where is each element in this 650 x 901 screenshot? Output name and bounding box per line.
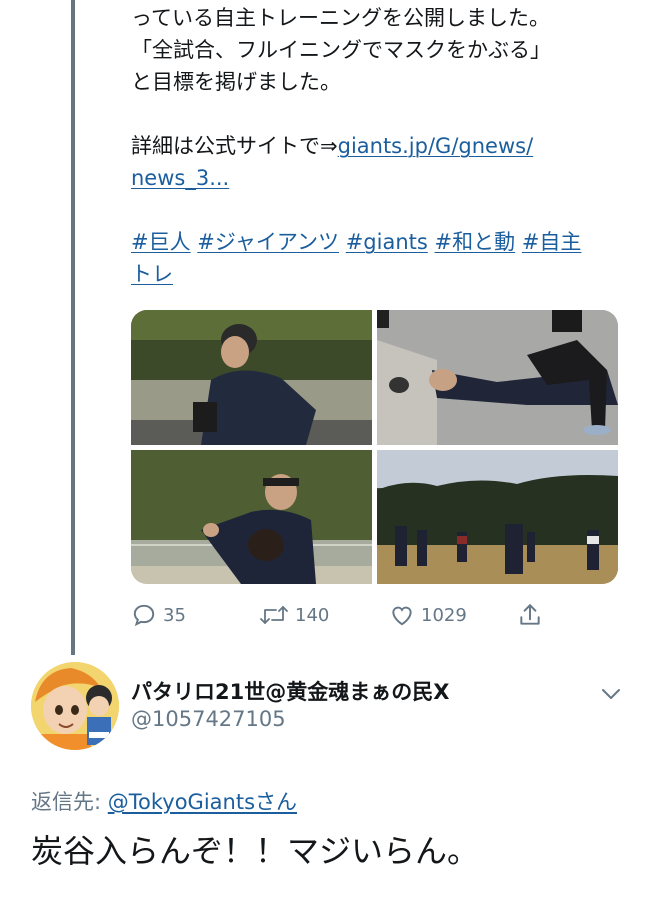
tweet-text-line: と目標を掲げました。 xyxy=(131,70,341,94)
reply-icon xyxy=(133,604,155,627)
reply-author-name[interactable]: パタリロ21世@黄金魂まぁの民X xyxy=(131,676,449,706)
hashtag-jishu[interactable]: #自主 xyxy=(522,230,582,254)
details-link[interactable]: giants.jp/G/gnews/ xyxy=(338,134,534,158)
reply-to-context: 返信先: @TokyoGiantsさん xyxy=(31,786,297,816)
details-prefix: 詳細は公式サイトで⇒ xyxy=(131,134,338,158)
retweet-icon xyxy=(260,606,288,624)
like-icon xyxy=(392,606,412,626)
photo-2[interactable] xyxy=(377,310,618,445)
hashtag-giants[interactable]: #giants xyxy=(346,230,428,254)
details-link-continued[interactable]: news_3... xyxy=(131,166,229,190)
media-grid xyxy=(131,310,618,584)
hashtag-giants-jp[interactable]: #ジャイアンツ xyxy=(197,230,339,254)
tweet-text-line: っている自主トレーニングを公開しました。 xyxy=(131,6,550,30)
thread-connector-line xyxy=(71,0,75,655)
share-icon xyxy=(520,604,540,625)
hashtag-kyojin[interactable]: #巨人 xyxy=(131,230,191,254)
photo-3[interactable] xyxy=(131,450,372,584)
retweet-count: 140 xyxy=(295,604,330,626)
reply-to-prefix: 返信先: xyxy=(31,790,108,814)
photo-1[interactable] xyxy=(131,310,372,445)
reply-count: 35 xyxy=(163,604,186,626)
chevron-down-icon[interactable] xyxy=(600,686,622,702)
tweet-actions: 35 140 1029 xyxy=(131,598,551,632)
photo-4[interactable] xyxy=(377,450,618,584)
share-action[interactable] xyxy=(517,598,543,632)
like-action[interactable]: 1029 xyxy=(389,598,467,632)
hashtag-jishu-continued[interactable]: トレ xyxy=(131,262,173,286)
avatar[interactable] xyxy=(31,662,119,750)
hashtag-wa-to-do[interactable]: #和と動 xyxy=(435,230,516,254)
tweet-text-line: 「全試合、フルイニングでマスクをかぶる」 xyxy=(131,38,551,62)
like-count: 1029 xyxy=(421,604,467,626)
reply-action[interactable]: 35 xyxy=(131,598,186,632)
reply-to-mention[interactable]: @TokyoGiantsさん xyxy=(108,790,297,814)
tweet-text: っている自主トレーニングを公開しました。 「全試合、フルイニングでマスクをかぶる… xyxy=(131,2,631,290)
reply-author-handle[interactable]: @1057427105 xyxy=(131,707,286,731)
retweet-action[interactable]: 140 xyxy=(259,598,329,632)
reply-text: 炭谷入らんぞ！！マジいらん。 xyxy=(31,832,480,870)
